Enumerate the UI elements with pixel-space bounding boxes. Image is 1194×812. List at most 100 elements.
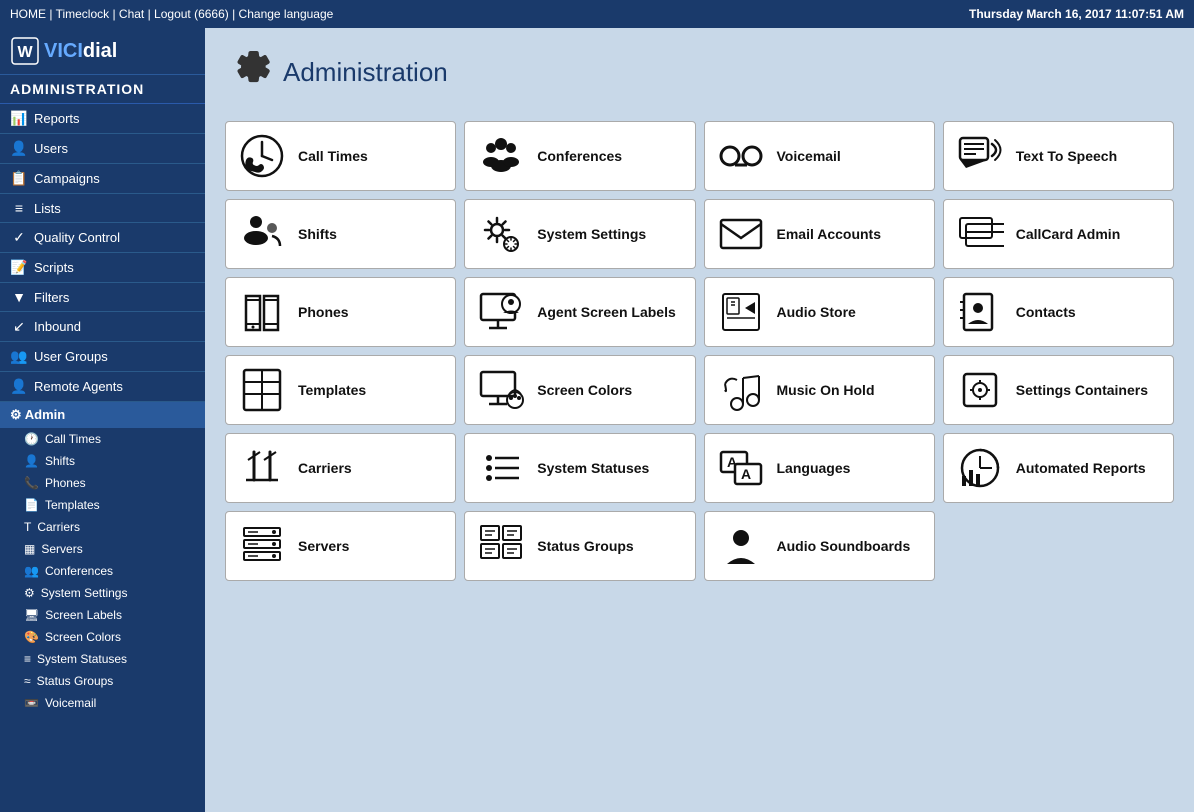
sidebar-subitem-screen-colors[interactable]: 🎨 Screen Colors [0,626,205,648]
card-email-accounts[interactable]: Email Accounts [704,199,935,269]
card-agent-screen-labels-label: Agent Screen Labels [537,303,676,321]
card-templates-label: Templates [298,381,366,399]
sidebar-item-remote-agents[interactable]: 👤 Remote Agents [0,372,205,402]
sidebar-subitem-call-times[interactable]: 🕐 Call Times [0,428,205,450]
card-agent-screen-labels[interactable]: Agent Screen Labels [464,277,695,347]
system-statuses-sub-icon: ≡ [24,652,31,666]
card-phones[interactable]: Phones [225,277,456,347]
quality-control-icon: ✓ [10,229,28,246]
card-servers[interactable]: Servers [225,511,456,581]
card-conferences[interactable]: Conferences [464,121,695,191]
card-text-to-speech[interactable]: Text To Speech [943,121,1174,191]
screen-colors-sub-icon: 🎨 [24,630,39,644]
callcard-admin-icon [956,210,1004,258]
card-settings-containers-label: Settings Containers [1016,381,1148,399]
shifts-icon [238,210,286,258]
email-accounts-icon [717,210,765,258]
card-system-statuses[interactable]: System Statuses [464,433,695,503]
sidebar-item-scripts[interactable]: 📝 Scripts [0,253,205,283]
card-voicemail-label: Voicemail [777,147,841,165]
sidebar-subitem-templates[interactable]: 📄 Templates [0,494,205,516]
card-voicemail[interactable]: Voicemail [704,121,935,191]
shifts-sub-icon: 👤 [24,454,39,468]
card-carriers[interactable]: Carriers [225,433,456,503]
sidebar-admin-title: ADMINISTRATION [0,75,205,104]
filters-icon: ▼ [10,289,28,305]
carriers-sub-icon: T [24,520,31,534]
sidebar-item-quality-control[interactable]: ✓ Quality Control [0,223,205,253]
servers-icon [238,522,286,570]
conferences-icon [477,132,525,180]
sidebar-item-user-groups[interactable]: 👥 User Groups [0,342,205,372]
user-groups-icon: 👥 [10,348,28,365]
top-bar-links[interactable]: HOME | Timeclock | Chat | Logout (6666) … [10,7,333,21]
system-settings-sub-icon: ⚙ [24,586,35,600]
admin-grid: Call Times Conferences [225,121,1174,581]
sidebar-subitem-phones[interactable]: 📞 Phones [0,472,205,494]
contacts-icon [956,288,1004,336]
card-callcard-admin-label: CallCard Admin [1016,225,1121,243]
card-callcard-admin[interactable]: CallCard Admin [943,199,1174,269]
sidebar-subitem-conferences[interactable]: 👥 Conferences [0,560,205,582]
sidebar-subitem-status-groups[interactable]: ≈ Status Groups [0,670,205,692]
sidebar-item-campaigns[interactable]: 📋 Campaigns [0,164,205,194]
gear-icon-large [225,43,273,101]
card-carriers-label: Carriers [298,459,352,477]
screen-colors-icon [477,366,525,414]
remote-agents-icon: 👤 [10,378,28,395]
sidebar-subitem-carriers[interactable]: T Carriers [0,516,205,538]
sidebar-item-lists[interactable]: ≡ Lists [0,194,205,223]
sidebar-section-admin[interactable]: ⚙ Admin [0,402,205,428]
voicemail-sub-icon: 📼 [24,696,39,710]
sidebar-subitem-system-settings[interactable]: ⚙ System Settings [0,582,205,604]
card-audio-store-label: Audio Store [777,303,856,321]
card-languages[interactable]: A A Languages [704,433,935,503]
card-contacts-label: Contacts [1016,303,1076,321]
page-header: Administration [225,43,1174,101]
card-system-settings[interactable]: System Settings [464,199,695,269]
card-call-times[interactable]: Call Times [225,121,456,191]
card-status-groups[interactable]: Status Groups [464,511,695,581]
lists-icon: ≡ [10,200,28,216]
sidebar-logo: W VICIdial [0,28,205,75]
servers-sub-icon: ▦ [24,542,35,556]
card-audio-soundboards-label: Audio Soundboards [777,537,911,555]
card-shifts[interactable]: Shifts [225,199,456,269]
sidebar-subitem-voicemail[interactable]: 📼 Voicemail [0,692,205,714]
card-music-on-hold[interactable]: Music On Hold [704,355,935,425]
status-groups-icon [477,522,525,570]
card-text-to-speech-label: Text To Speech [1016,147,1117,165]
card-automated-reports[interactable]: Automated Reports [943,433,1174,503]
scripts-icon: 📝 [10,259,28,276]
main-layout: W VICIdial ADMINISTRATION 📊 Reports 👤 Us… [0,28,1194,812]
sidebar-item-users[interactable]: 👤 Users [0,134,205,164]
reports-icon: 📊 [10,110,28,127]
card-system-settings-label: System Settings [537,225,646,243]
users-icon: 👤 [10,140,28,157]
sidebar: W VICIdial ADMINISTRATION 📊 Reports 👤 Us… [0,28,205,812]
card-screen-colors[interactable]: Screen Colors [464,355,695,425]
call-times-sub-icon: 🕐 [24,432,39,446]
system-settings-icon [477,210,525,258]
sidebar-subitem-system-statuses[interactable]: ≡ System Statuses [0,648,205,670]
settings-containers-icon [956,366,1004,414]
sidebar-subitem-shifts[interactable]: 👤 Shifts [0,450,205,472]
content-area: Administration Call Times [205,28,1194,812]
card-contacts[interactable]: Contacts [943,277,1174,347]
sidebar-subitem-servers[interactable]: ▦ Servers [0,538,205,560]
sidebar-item-inbound[interactable]: ↙ Inbound [0,312,205,342]
svg-text:W: W [17,44,33,61]
card-audio-store[interactable]: Audio Store [704,277,935,347]
card-settings-containers[interactable]: Settings Containers [943,355,1174,425]
sidebar-item-reports[interactable]: 📊 Reports [0,104,205,134]
sidebar-item-filters[interactable]: ▼ Filters [0,283,205,312]
inbound-icon: ↙ [10,318,28,335]
screen-labels-sub-icon: 🖥 [24,608,39,622]
sidebar-subitem-screen-labels[interactable]: 🖥 Screen Labels [0,604,205,626]
card-conferences-label: Conferences [537,147,622,165]
templates-icon [238,366,286,414]
card-templates[interactable]: Templates [225,355,456,425]
card-phones-label: Phones [298,303,349,321]
audio-store-icon [717,288,765,336]
card-audio-soundboards[interactable]: Audio Soundboards [704,511,935,581]
